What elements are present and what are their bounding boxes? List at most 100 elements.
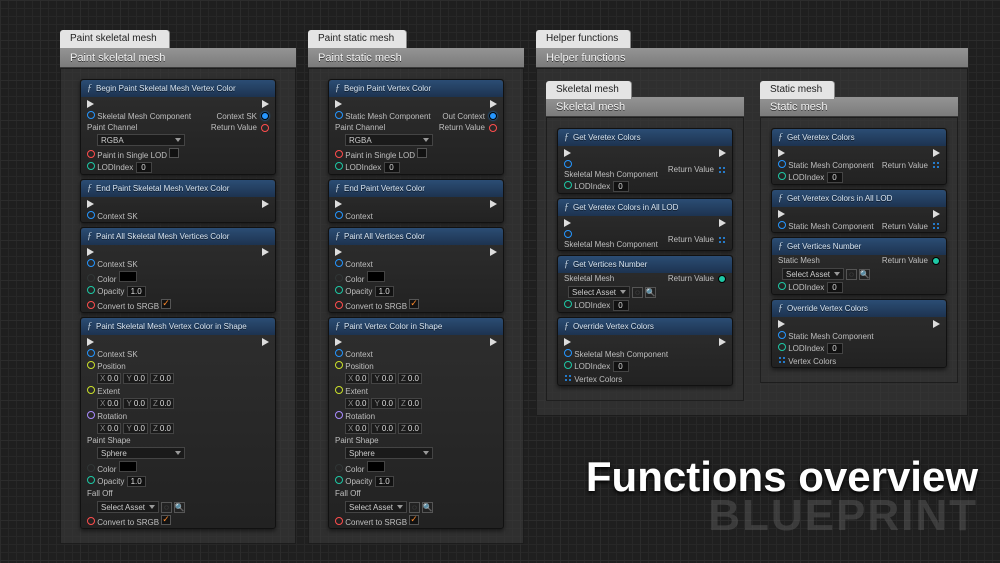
lodindex-input[interactable]: 0 bbox=[827, 343, 843, 354]
lodindex-input[interactable]: 0 bbox=[136, 162, 152, 173]
pin-left[interactable]: Rotation bbox=[87, 411, 127, 421]
pin-right[interactable]: Out Context bbox=[442, 112, 497, 121]
pin-right[interactable]: Return Value bbox=[668, 235, 726, 244]
shape-dropdown[interactable]: Sphere bbox=[345, 447, 433, 459]
pin-left[interactable]: Color bbox=[87, 461, 137, 474]
pin-left[interactable]: Context SK bbox=[87, 211, 138, 221]
falloff-dropdown[interactable]: Select Asset bbox=[345, 501, 407, 513]
pin-left[interactable]: Static Mesh Component bbox=[778, 221, 874, 231]
pin-right[interactable]: Return Value bbox=[211, 123, 269, 132]
exec-in-icon[interactable] bbox=[87, 100, 94, 108]
pin-left[interactable]: Static Mesh Component bbox=[778, 160, 874, 170]
opacity-input[interactable]: 1.0 bbox=[375, 286, 394, 297]
search-icon[interactable]: 🔍 bbox=[174, 502, 185, 513]
pin-left[interactable]: Context SK bbox=[87, 259, 138, 269]
opacity-input[interactable]: 1.0 bbox=[375, 476, 394, 487]
position-xyz[interactable]: X0.0Y0.0Z0.0 bbox=[87, 373, 174, 384]
node-begin-skel[interactable]: ƒBegin Paint Skeletal Mesh Vertex Color … bbox=[80, 79, 276, 175]
pin-left[interactable]: LODIndex 0 bbox=[778, 282, 843, 293]
node-paint-all-skel[interactable]: ƒPaint All Skeletal Mesh Vertices Color … bbox=[80, 227, 276, 313]
pin-left[interactable]: Opacity 1.0 bbox=[335, 476, 394, 487]
shape-dropdown[interactable]: Sphere bbox=[97, 447, 185, 459]
node-paint-stat-shape[interactable]: ƒPaint Vertex Color in Shape Context Pos… bbox=[328, 317, 504, 529]
lodindex-input[interactable]: 0 bbox=[613, 300, 629, 311]
pin-left[interactable]: Skeletal Mesh Component bbox=[87, 111, 191, 121]
paint-channel-dropdown[interactable]: RGBA bbox=[97, 134, 185, 146]
browse-icon[interactable]: ◌ bbox=[409, 502, 420, 513]
search-icon[interactable]: 🔍 bbox=[422, 502, 433, 513]
pin-left[interactable]: Opacity 1.0 bbox=[87, 286, 146, 297]
pin-left[interactable]: Color bbox=[335, 461, 385, 474]
position-xyz[interactable]: X0.0Y0.0Z0.0 bbox=[335, 373, 422, 384]
pin-left[interactable]: Opacity 1.0 bbox=[87, 476, 146, 487]
node-paint-skel-shape[interactable]: ƒPaint Skeletal Mesh Vertex Color in Sha… bbox=[80, 317, 276, 529]
pin-left[interactable]: Convert to SRGB bbox=[87, 515, 171, 527]
pin-right[interactable]: Context SK bbox=[217, 112, 269, 121]
pin-left[interactable]: Vertex Colors bbox=[778, 356, 836, 366]
color-swatch[interactable] bbox=[367, 461, 385, 472]
pin-left[interactable]: Position bbox=[87, 361, 126, 371]
pin-right[interactable]: Return Value bbox=[668, 165, 726, 174]
browse-icon[interactable]: ◌ bbox=[846, 269, 857, 280]
node-get-vcolors-skel[interactable]: ƒGet Veretex Colors Skeletal Mesh Compon… bbox=[557, 128, 733, 194]
pin-left[interactable]: Position bbox=[335, 361, 374, 371]
falloff-dropdown[interactable]: Select Asset bbox=[97, 501, 159, 513]
pin-left[interactable]: Skeletal Mesh Component bbox=[564, 160, 664, 179]
color-swatch[interactable] bbox=[367, 271, 385, 282]
pin-left[interactable]: LODIndex 0 bbox=[564, 300, 629, 311]
pin-left[interactable]: Context bbox=[335, 211, 373, 221]
lodindex-input[interactable]: 0 bbox=[613, 181, 629, 192]
pin-left[interactable]: Paint in Single LOD bbox=[335, 148, 427, 160]
pin-left[interactable]: Color bbox=[87, 271, 137, 284]
pin-right[interactable]: Return Value bbox=[882, 222, 940, 231]
pin-left[interactable]: LODIndex 0 bbox=[335, 162, 400, 173]
tab-helper-stat[interactable]: Static mesh bbox=[760, 81, 834, 99]
checkbox[interactable] bbox=[161, 515, 171, 525]
browse-icon[interactable]: ◌ bbox=[161, 502, 172, 513]
node-override-stat[interactable]: ƒOverride Vertex Colors Static Mesh Comp… bbox=[771, 299, 947, 368]
pin-left[interactable]: Paint in Single LOD bbox=[87, 148, 179, 160]
paint-channel-dropdown[interactable]: RGBA bbox=[345, 134, 433, 146]
pin-left[interactable]: Extent bbox=[335, 386, 368, 396]
lodindex-input[interactable]: 0 bbox=[384, 162, 400, 173]
pin-left[interactable]: Skeletal Mesh Component bbox=[564, 230, 664, 249]
asset-dropdown[interactable]: Select Asset bbox=[568, 286, 630, 298]
node-get-vcolors-stat[interactable]: ƒGet Veretex Colors Static Mesh Componen… bbox=[771, 128, 947, 185]
color-swatch[interactable] bbox=[119, 461, 137, 472]
pin-left[interactable]: Context SK bbox=[87, 349, 138, 359]
extent-xyz[interactable]: X0.0Y0.0Z0.0 bbox=[87, 398, 174, 409]
node-paint-all-stat[interactable]: ƒPaint All Vertices Color Context Color … bbox=[328, 227, 504, 313]
pin-left[interactable]: LODIndex 0 bbox=[87, 162, 152, 173]
checkbox[interactable] bbox=[417, 148, 427, 158]
lodindex-input[interactable]: 0 bbox=[827, 172, 843, 183]
node-get-vcolors-alllod-stat[interactable]: ƒGet Veretex Colors in All LOD Static Me… bbox=[771, 189, 947, 233]
tab-helper-skel[interactable]: Skeletal mesh bbox=[546, 81, 631, 99]
color-swatch[interactable] bbox=[119, 271, 137, 282]
node-override-skel[interactable]: ƒOverride Vertex Colors Skeletal Mesh Co… bbox=[557, 317, 733, 386]
pin-left[interactable]: Convert to SRGB bbox=[335, 299, 419, 311]
checkbox[interactable] bbox=[409, 515, 419, 525]
opacity-input[interactable]: 1.0 bbox=[127, 286, 146, 297]
browse-icon[interactable]: ◌ bbox=[632, 287, 643, 298]
pin-left[interactable]: LODIndex 0 bbox=[778, 172, 843, 183]
pin-left[interactable]: Vertex Colors bbox=[564, 374, 622, 384]
pin-left[interactable]: Skeletal Mesh Component bbox=[564, 349, 668, 359]
asset-dropdown[interactable]: Select Asset bbox=[782, 268, 844, 280]
exec-out-icon[interactable] bbox=[262, 100, 269, 108]
pin-right[interactable]: Return Value bbox=[668, 274, 726, 283]
checkbox[interactable] bbox=[169, 148, 179, 158]
pin-left[interactable]: Static Mesh Component bbox=[778, 331, 874, 341]
tab-paint-skeletal[interactable]: Paint skeletal mesh bbox=[60, 30, 169, 48]
tab-paint-static[interactable]: Paint static mesh bbox=[308, 30, 406, 48]
checkbox[interactable] bbox=[409, 299, 419, 309]
search-icon[interactable]: 🔍 bbox=[859, 269, 870, 280]
extent-xyz[interactable]: X0.0Y0.0Z0.0 bbox=[335, 398, 422, 409]
node-begin-stat[interactable]: ƒBegin Paint Vertex Color Static Mesh Co… bbox=[328, 79, 504, 175]
rotation-xyz[interactable]: X0.0Y0.0Z0.0 bbox=[87, 423, 174, 434]
rotation-xyz[interactable]: X0.0Y0.0Z0.0 bbox=[335, 423, 422, 434]
pin-left[interactable]: Color bbox=[335, 271, 385, 284]
node-end-stat[interactable]: ƒEnd Paint Vertex Color Context bbox=[328, 179, 504, 223]
pin-left[interactable]: Context bbox=[335, 349, 373, 359]
node-get-vcolors-alllod-skel[interactable]: ƒGet Veretex Colors in All LOD Skeletal … bbox=[557, 198, 733, 251]
pin-right[interactable]: Return Value bbox=[882, 256, 940, 265]
